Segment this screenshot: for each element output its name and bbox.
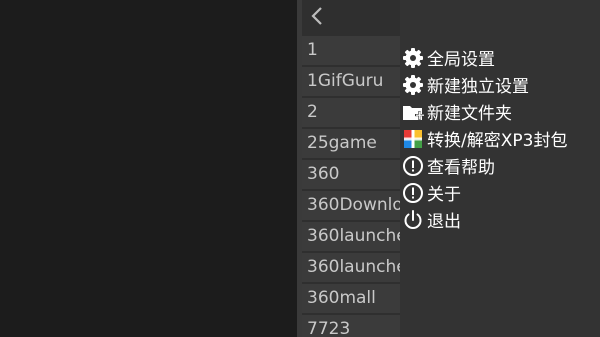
file-list-item[interactable]: 360mall [302, 284, 400, 313]
left-blank-pane [0, 0, 297, 337]
folder-add-icon [402, 101, 424, 123]
menu-item-label: 全局设置 [427, 50, 495, 70]
menu-item-exit[interactable]: 退出 [402, 206, 567, 233]
menu-item-label: 退出 [427, 212, 461, 232]
menu-item-label: 转换/解密XP3封包 [427, 131, 568, 151]
options-menu: 全局设置 新建独立设置 新建文件夹 转换/解密XP3封包 查看帮助 关于 退出 [402, 44, 567, 233]
file-list-item[interactable]: 360launche [302, 253, 400, 282]
file-list-item[interactable]: 2 [302, 98, 400, 127]
file-list-item[interactable]: 360launche [302, 222, 400, 251]
info-circle-icon [402, 155, 424, 177]
back-button[interactable] [302, 0, 332, 36]
menu-item-label: 关于 [427, 185, 461, 205]
file-list-item[interactable]: 360 [302, 160, 400, 189]
file-list-item[interactable]: 7723 [302, 315, 400, 337]
file-list: 1 1GifGuru 2 25game 360 360Downlo 360lau… [302, 36, 400, 337]
power-icon [402, 209, 424, 231]
menu-item-label: 新建独立设置 [427, 77, 529, 97]
gear-icon [402, 47, 424, 69]
menu-item-about[interactable]: 关于 [402, 179, 567, 206]
file-list-item[interactable]: 25game [302, 129, 400, 158]
gear-icon [402, 74, 424, 96]
chevron-left-icon [310, 6, 324, 30]
menu-item-convert-xp3[interactable]: 转换/解密XP3封包 [402, 125, 567, 152]
menu-item-new-independent-settings[interactable]: 新建独立设置 [402, 71, 567, 98]
menu-item-new-folder[interactable]: 新建文件夹 [402, 98, 567, 125]
menu-item-global-settings[interactable]: 全局设置 [402, 44, 567, 71]
file-list-item[interactable]: 1GifGuru [302, 67, 400, 96]
package-icon [402, 128, 424, 150]
info-circle-icon [402, 182, 424, 204]
file-list-item[interactable]: 1 [302, 36, 400, 65]
file-list-item[interactable]: 360Downlo [302, 191, 400, 220]
menu-item-label: 查看帮助 [427, 158, 495, 178]
menu-item-help[interactable]: 查看帮助 [402, 152, 567, 179]
menu-item-label: 新建文件夹 [427, 104, 512, 124]
app-screen: 1 1GifGuru 2 25game 360 360Downlo 360lau… [0, 0, 600, 337]
